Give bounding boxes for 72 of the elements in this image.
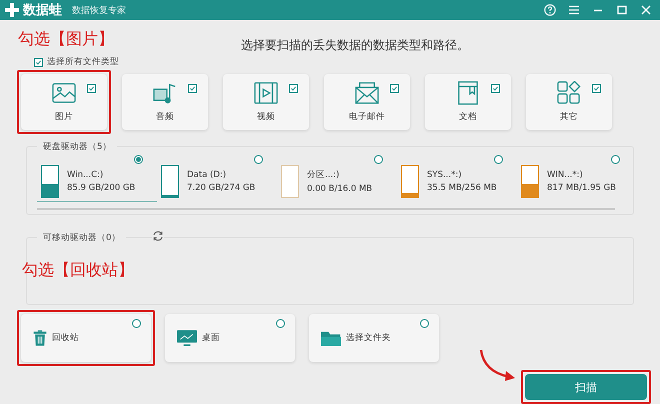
checkbox[interactable]: [592, 84, 601, 93]
trash-icon: [33, 330, 47, 346]
file-type-label: 电子邮件: [349, 111, 385, 123]
location-card[interactable]: 桌面: [165, 314, 295, 362]
annotation-text: 勾选【回收站】: [22, 262, 134, 278]
file-type-label: 视频: [257, 111, 275, 123]
folder-icon: [321, 330, 341, 346]
radio-button[interactable]: [611, 155, 620, 164]
logo-icon: [4, 2, 20, 18]
drive-item[interactable]: Win...C:) 85.9 GB/200 GB: [37, 153, 157, 202]
drive-name: WIN...*:): [547, 170, 584, 180]
help-icon[interactable]: [544, 4, 556, 16]
scan-button[interactable]: 扫描: [525, 374, 647, 400]
file-type-label: 文档: [459, 111, 477, 123]
location-label: 桌面: [202, 332, 220, 344]
drive-item[interactable]: SYS...*:) 35.5 MB/256 MB: [397, 153, 517, 202]
file-type-card[interactable]: 图片: [21, 74, 107, 130]
drive-name: Data (D:): [187, 170, 228, 180]
file-type-card[interactable]: 文档: [425, 74, 511, 130]
music-note-icon: [153, 81, 177, 105]
drive-name: SYS...*:): [427, 170, 463, 180]
location-label: 选择文件夹: [346, 332, 391, 344]
image-icon: [52, 81, 76, 105]
radio-button[interactable]: [276, 319, 285, 328]
file-type-card[interactable]: 音频: [122, 74, 208, 130]
app-name: 数据蛙: [23, 2, 62, 19]
drive-item[interactable]: Data (D:) 7.20 GB/274 GB: [157, 153, 277, 202]
checkbox[interactable]: [34, 58, 43, 66]
film-icon: [254, 81, 278, 105]
radio-button[interactable]: [132, 319, 141, 328]
radio-button[interactable]: [374, 155, 383, 164]
drive-usage: 817 MB/1.95 GB: [547, 183, 616, 193]
drive-name: 分区...:): [307, 169, 340, 181]
drive-usage: 35.5 MB/256 MB: [427, 183, 497, 193]
drive-usage: 7.20 GB/274 GB: [187, 183, 256, 193]
radio-button[interactable]: [420, 319, 429, 328]
envelope-icon: [355, 81, 379, 105]
location-label: 回收站: [52, 332, 79, 344]
checkbox[interactable]: [491, 84, 500, 93]
menu-icon[interactable]: [568, 4, 580, 16]
file-type-label: 图片: [55, 111, 73, 123]
maximize-icon[interactable]: [616, 4, 628, 16]
radio-button[interactable]: [254, 155, 263, 164]
checkbox[interactable]: [289, 84, 298, 93]
app-subtitle: 数据恢复专家: [72, 4, 126, 16]
drive-usage: 85.9 GB/200 GB: [67, 183, 136, 193]
monitor-icon: [177, 330, 197, 346]
file-type-card[interactable]: 其它: [526, 74, 612, 130]
drive-name: Win...C:): [67, 170, 104, 180]
drive-usage: 0.00 B/16.0 MB: [307, 184, 372, 194]
location-card[interactable]: 回收站: [21, 314, 151, 362]
radio-button[interactable]: [494, 155, 503, 164]
group-title: 硬盘驱动器（5）: [37, 141, 118, 153]
file-type-card[interactable]: 电子邮件: [324, 74, 410, 130]
file-type-card[interactable]: 视频: [223, 74, 309, 130]
grid-shapes-icon: [557, 81, 581, 105]
checkbox[interactable]: [188, 84, 197, 93]
select-all-label: 选择所有文件类型: [47, 56, 119, 68]
checkbox[interactable]: [390, 84, 399, 93]
checkbox[interactable]: [87, 84, 96, 93]
radio-button[interactable]: [134, 155, 143, 164]
drive-item[interactable]: 分区...:) 0.00 B/16.0 MB: [277, 153, 397, 202]
refresh-icon[interactable]: [152, 230, 164, 242]
document-icon: [456, 81, 480, 105]
location-card[interactable]: 选择文件夹: [309, 314, 439, 362]
file-type-label: 音频: [156, 111, 174, 123]
group-title: 可移动驱动器（0）: [37, 232, 126, 244]
instruction-heading: 选择要扫描的丢失数据的数据类型和路径。: [241, 38, 469, 52]
file-type-label: 其它: [560, 111, 578, 123]
close-icon[interactable]: [640, 4, 652, 16]
annotation-text: 勾选【图片】: [18, 31, 114, 47]
drive-item[interactable]: WIN...*:) 817 MB/1.95 GB: [517, 153, 620, 202]
